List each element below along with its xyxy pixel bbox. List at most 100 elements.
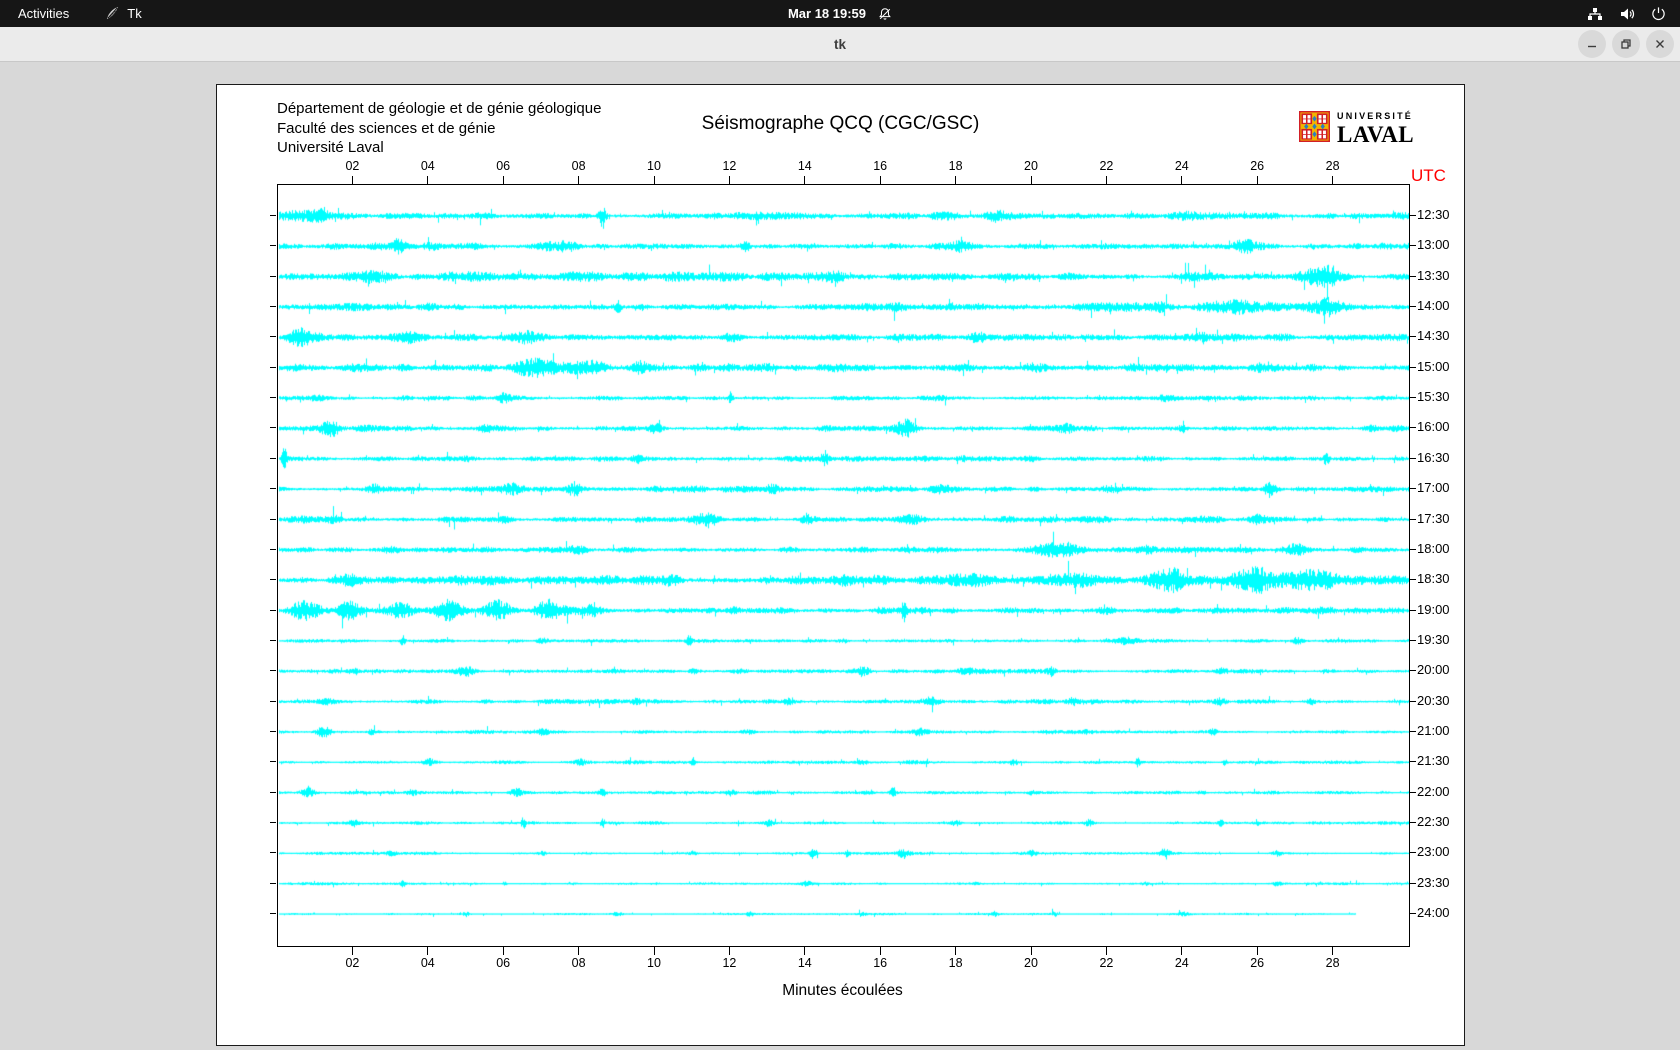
- row-time-label: 21:00: [1417, 723, 1450, 738]
- row-tick-left: [270, 488, 276, 489]
- row-tick-left: [270, 731, 276, 732]
- row-tick-left: [270, 792, 276, 793]
- row-tick-left: [270, 579, 276, 580]
- x-tick-label-top: 08: [562, 159, 596, 173]
- row-tick-left: [270, 883, 276, 884]
- x-tick-bottom: [880, 947, 881, 955]
- row-tick-left: [270, 670, 276, 671]
- row-time-label: 19:30: [1417, 632, 1450, 647]
- x-tick-label-top: 10: [637, 159, 671, 173]
- x-tick-top: [503, 176, 504, 184]
- row-tick-left: [270, 427, 276, 428]
- logo-laval-text: LAVAL: [1337, 123, 1414, 146]
- row-tick-right: [1410, 731, 1416, 732]
- row-time-label: 23:30: [1417, 875, 1450, 890]
- row-tick-left: [270, 640, 276, 641]
- x-tick-bottom: [729, 947, 730, 955]
- row-tick-right: [1410, 427, 1416, 428]
- row-tick-right: [1410, 215, 1416, 216]
- row-tick-left: [270, 397, 276, 398]
- x-tick-label-bottom: 18: [939, 956, 973, 970]
- row-tick-left: [270, 610, 276, 611]
- row-tick-left: [270, 367, 276, 368]
- x-tick-label-top: 24: [1165, 159, 1199, 173]
- x-tick-top: [1257, 176, 1258, 184]
- row-time-label: 13:30: [1417, 268, 1450, 283]
- x-tick-label-top: 16: [863, 159, 897, 173]
- focused-app-label: Tk: [127, 6, 141, 21]
- row-tick-right: [1410, 367, 1416, 368]
- x-tick-label-bottom: 16: [863, 956, 897, 970]
- x-tick-bottom: [1106, 947, 1107, 955]
- x-tick-label-top: 04: [411, 159, 445, 173]
- row-tick-right: [1410, 761, 1416, 762]
- row-time-label: 22:30: [1417, 814, 1450, 829]
- x-tick-bottom: [955, 947, 956, 955]
- x-tick-label-top: 14: [788, 159, 822, 173]
- minimize-button[interactable]: [1578, 30, 1606, 58]
- x-tick-bottom: [1257, 947, 1258, 955]
- x-tick-top: [654, 176, 655, 184]
- window-title: tk: [0, 27, 1680, 61]
- row-tick-left: [270, 245, 276, 246]
- activities-button[interactable]: Activities: [18, 6, 69, 21]
- x-tick-top: [427, 176, 428, 184]
- x-tick-label-bottom: 10: [637, 956, 671, 970]
- row-tick-left: [270, 215, 276, 216]
- x-tick-top: [1181, 176, 1182, 184]
- volume-icon: [1619, 6, 1635, 22]
- gnome-top-bar: Activities Tk Mar 18 19:59: [0, 0, 1680, 27]
- row-time-label: 17:00: [1417, 480, 1450, 495]
- x-tick-label-bottom: 02: [335, 956, 369, 970]
- x-tick-label-bottom: 26: [1240, 956, 1274, 970]
- row-time-label: 18:30: [1417, 571, 1450, 586]
- logo-universite-text: UNIVERSITÉ: [1337, 112, 1414, 121]
- x-tick-top: [578, 176, 579, 184]
- x-tick-bottom: [503, 947, 504, 955]
- row-tick-right: [1410, 883, 1416, 884]
- x-tick-bottom: [1332, 947, 1333, 955]
- x-tick-bottom: [578, 947, 579, 955]
- row-tick-right: [1410, 519, 1416, 520]
- system-status-area[interactable]: [1587, 0, 1666, 27]
- row-tick-left: [270, 336, 276, 337]
- row-tick-left: [270, 306, 276, 307]
- x-tick-label-bottom: 22: [1089, 956, 1123, 970]
- row-tick-left: [270, 519, 276, 520]
- row-tick-right: [1410, 640, 1416, 641]
- x-tick-label-bottom: 14: [788, 956, 822, 970]
- x-tick-top: [1106, 176, 1107, 184]
- x-tick-label-top: 20: [1014, 159, 1048, 173]
- focused-app-menu[interactable]: Tk: [105, 6, 141, 21]
- x-tick-label-bottom: 06: [486, 956, 520, 970]
- x-tick-label-bottom: 28: [1316, 956, 1350, 970]
- maximize-button[interactable]: [1612, 30, 1640, 58]
- x-tick-bottom: [1031, 947, 1032, 955]
- x-tick-bottom: [352, 947, 353, 955]
- x-tick-bottom: [1181, 947, 1182, 955]
- x-tick-top: [955, 176, 956, 184]
- close-button[interactable]: [1646, 30, 1674, 58]
- universite-laval-logo: UNIVERSITÉ LAVAL: [1299, 111, 1414, 147]
- desktop-screen: Activities Tk Mar 18 19:59: [0, 0, 1680, 1050]
- row-time-label: 13:00: [1417, 237, 1450, 252]
- row-tick-left: [270, 276, 276, 277]
- row-time-label: 23:00: [1417, 844, 1450, 859]
- x-tick-bottom: [427, 947, 428, 955]
- row-time-label: 19:00: [1417, 602, 1450, 617]
- x-tick-label-bottom: 04: [411, 956, 445, 970]
- clock-button[interactable]: Mar 18 19:59: [788, 6, 892, 21]
- x-tick-label-bottom: 12: [712, 956, 746, 970]
- institution-line-3: Université Laval: [277, 138, 601, 158]
- row-time-label: 16:00: [1417, 419, 1450, 434]
- x-tick-top: [729, 176, 730, 184]
- x-tick-label-bottom: 24: [1165, 956, 1199, 970]
- row-tick-left: [270, 852, 276, 853]
- x-tick-label-top: 06: [486, 159, 520, 173]
- x-tick-top: [880, 176, 881, 184]
- window-titlebar[interactable]: tk: [0, 27, 1680, 62]
- laval-shield-icon: [1299, 111, 1330, 147]
- row-tick-right: [1410, 792, 1416, 793]
- row-time-label: 20:30: [1417, 693, 1450, 708]
- seismograph-canvas: [278, 185, 1409, 946]
